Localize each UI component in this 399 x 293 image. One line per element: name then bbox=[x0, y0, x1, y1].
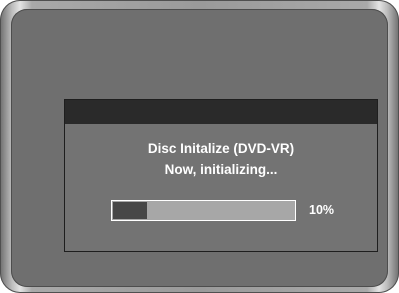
progress-bar bbox=[111, 200, 296, 221]
progress-percent-label: 10% bbox=[309, 203, 335, 217]
dialog-title: Disc Initalize (DVD-VR) bbox=[147, 141, 295, 156]
initialize-dialog: Disc Initalize (DVD-VR) Now, initializin… bbox=[64, 99, 378, 252]
progress-bar-fill bbox=[113, 202, 147, 219]
dialog-titlebar bbox=[65, 100, 377, 124]
dialog-status-message: Now, initializing... bbox=[164, 162, 278, 177]
tv-bezel: Disc Initalize (DVD-VR) Now, initializin… bbox=[0, 0, 399, 293]
tv-screen: Disc Initalize (DVD-VR) Now, initializin… bbox=[11, 9, 388, 287]
